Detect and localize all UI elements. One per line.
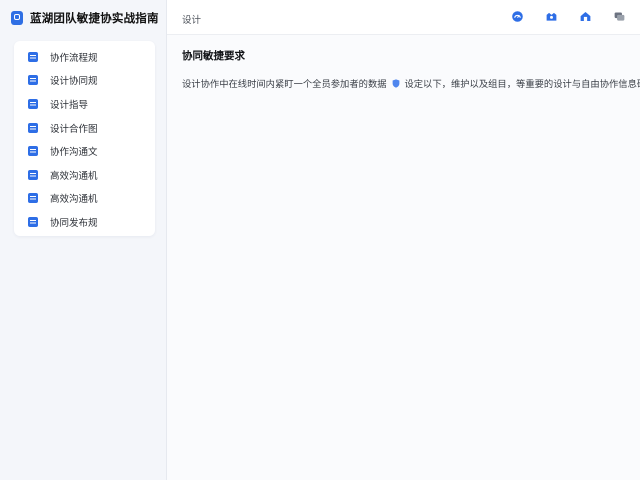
- message-icon: [614, 11, 624, 21]
- sidebar-item-label: 设计协同规: [50, 76, 98, 88]
- main-content: 协同敏捷要求 设计协作中在线时间内紧盯一个全员参加者的数据 设定以下，维护以及组…: [167, 35, 640, 480]
- shield-icon: [392, 79, 399, 88]
- document-icon: [28, 146, 38, 157]
- sidebar-nav: 协作流程规 设计协同规 设计指导 设计合作图 协作沟通文 高效沟通机 高效沟通机…: [14, 41, 155, 236]
- app-title: 蓝湖团队敏捷协实战指南: [30, 11, 159, 25]
- team-button[interactable]: [544, 9, 558, 23]
- document-icon: [28, 169, 38, 180]
- document-icon: [28, 216, 38, 227]
- description-part-1: 设计协作中在线时间内紧盯一个全员参加者的数据: [182, 79, 390, 90]
- description-part-2: 设定以下，维护以及组目，等重要的设计与自由协作信息研究。: [401, 79, 640, 90]
- sidebar-item-2[interactable]: 设计协同规: [14, 69, 155, 93]
- sidebar-item-label: 设计指导: [50, 99, 89, 111]
- sidebar-item-3[interactable]: 设计指导: [14, 92, 155, 116]
- app-window: 蓝湖团队敏捷协实战指南 协作流程规 设计协同规 设计指导 设计合作图 协作沟通文: [0, 0, 640, 480]
- sidebar-item-label: 协作沟通文: [50, 147, 98, 159]
- sidebar-item-label: 设计合作图: [50, 123, 98, 135]
- team-icon: [546, 12, 556, 21]
- brand[interactable]: 蓝湖团队敏捷协实战指南: [0, 0, 166, 36]
- message-button[interactable]: [612, 9, 626, 23]
- sidebar-item-label: 协作流程规: [50, 52, 98, 64]
- sidebar-item-5[interactable]: 协作沟通文: [14, 139, 155, 163]
- sidebar-item-6[interactable]: 高效沟通机: [14, 163, 155, 187]
- document-icon: [28, 122, 38, 133]
- document-icon: [28, 51, 38, 62]
- home-button[interactable]: [578, 9, 592, 23]
- document-icon: [28, 75, 38, 86]
- app-logo-icon: [11, 11, 23, 25]
- sidebar: 蓝湖团队敏捷协实战指南 协作流程规 设计协同规 设计指导 设计合作图 协作沟通文: [0, 0, 167, 480]
- document-icon: [28, 193, 38, 204]
- document-icon: [28, 98, 38, 109]
- dashboard-icon: [511, 10, 523, 22]
- sidebar-item-label: 高效沟通机: [50, 170, 98, 182]
- breadcrumb[interactable]: 设计: [182, 12, 201, 26]
- dashboard-button[interactable]: [510, 9, 524, 23]
- sidebar-item-label: 协同发布规: [50, 217, 98, 229]
- sidebar-item-4[interactable]: 设计合作图: [14, 116, 155, 140]
- top-actions: [490, 9, 626, 23]
- sidebar-item-8[interactable]: 协同发布规: [14, 210, 155, 234]
- sidebar-item-1[interactable]: 协作流程规: [14, 45, 155, 69]
- top-bar: 设计: [167, 0, 640, 35]
- sidebar-item-label: 高效沟通机: [50, 194, 98, 206]
- home-icon: [580, 11, 590, 21]
- sidebar-item-7[interactable]: 高效沟通机: [14, 187, 155, 211]
- page-title: 协同敏捷要求: [182, 50, 245, 62]
- description-text: 设计协作中在线时间内紧盯一个全员参加者的数据 设定以下，维护以及组目，等重要的设…: [182, 76, 640, 90]
